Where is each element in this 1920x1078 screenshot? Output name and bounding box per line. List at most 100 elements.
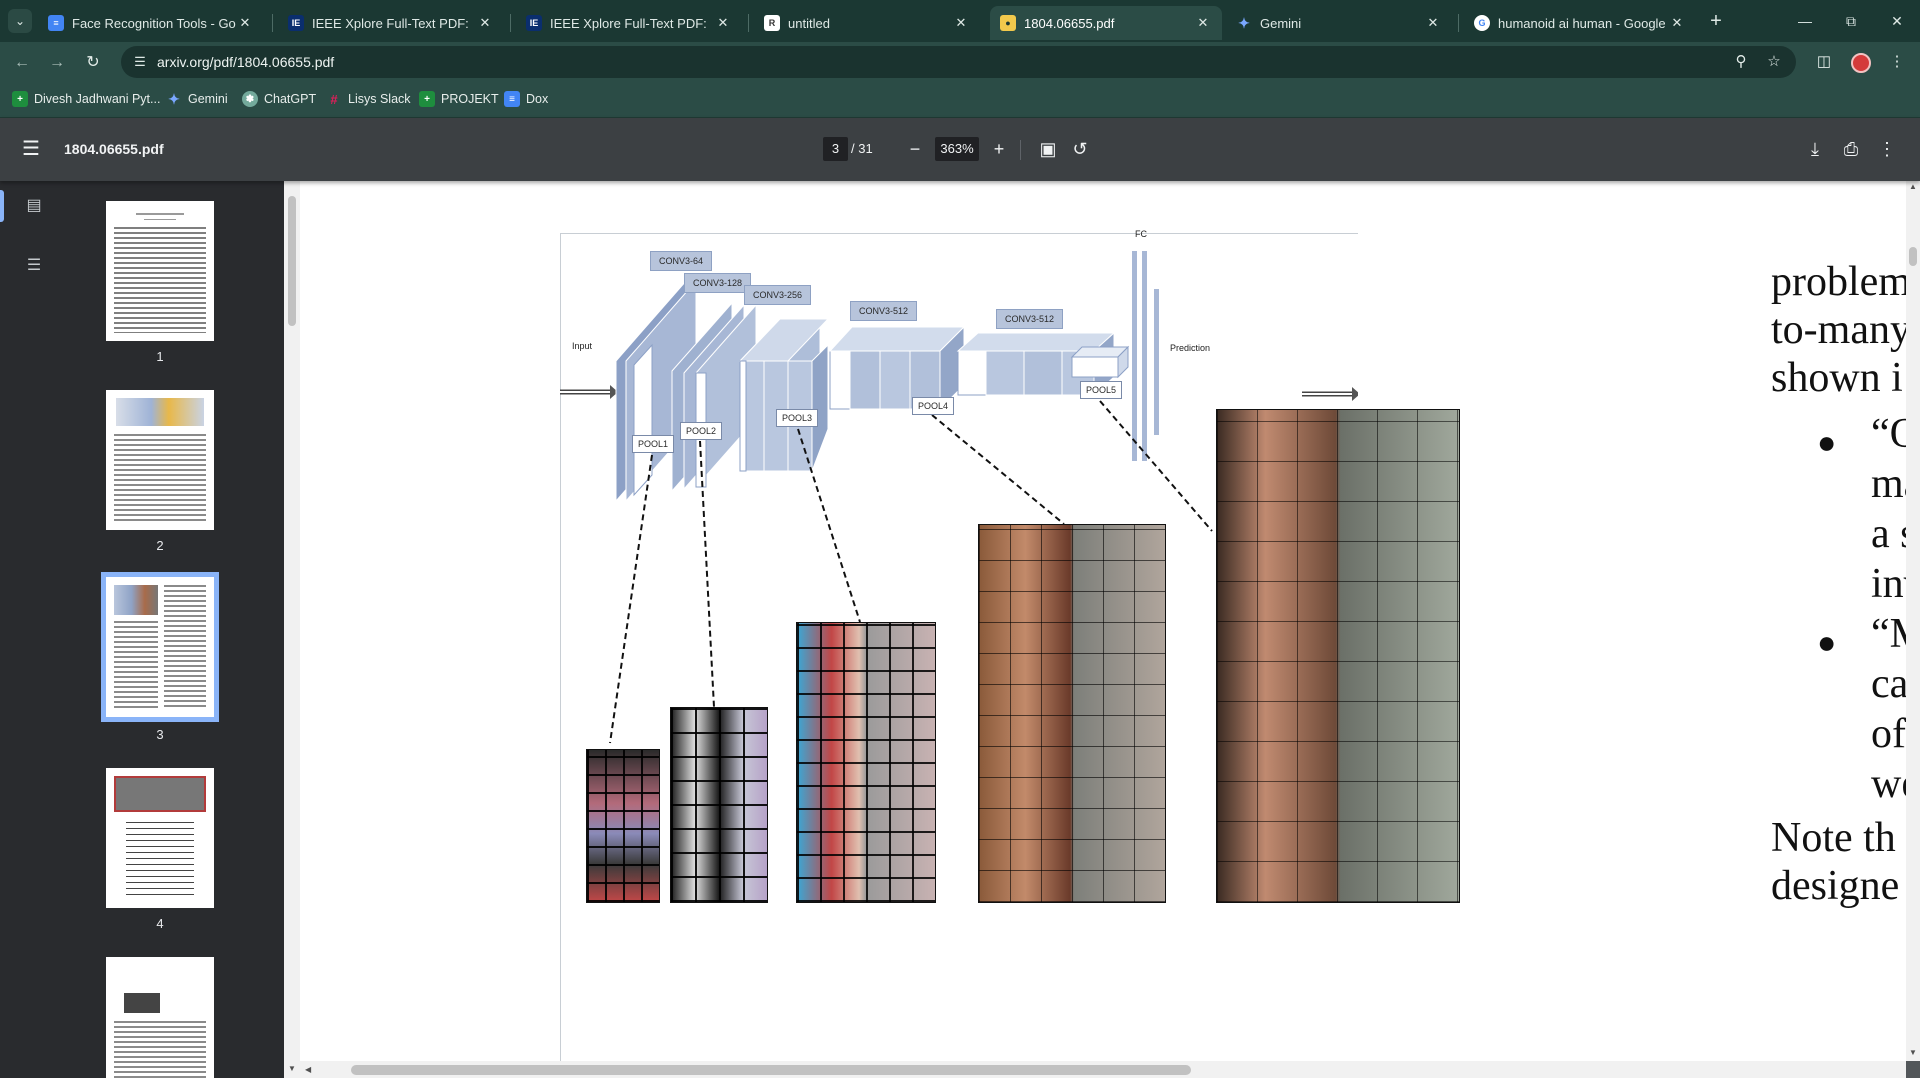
thumb-text-block: [114, 1021, 206, 1078]
bookmark-divesh[interactable]: + Divesh Jadhwani Pyt...: [12, 91, 160, 107]
pdf-icon: ●: [1000, 15, 1016, 31]
toolbar-divider: [1020, 140, 1021, 160]
input-arrow: [560, 385, 618, 399]
page-thumbnail-3[interactable]: [101, 572, 219, 722]
tab-untitled[interactable]: R untitled ✕: [754, 6, 980, 40]
tab-title: humanoid ai human - Google S: [1498, 15, 1668, 31]
chrome-menu-icon[interactable]: ⋮: [1886, 51, 1908, 73]
close-icon[interactable]: ✕: [714, 15, 732, 31]
sidebar-scroll-down-arrow-icon[interactable]: ▼: [288, 1064, 296, 1073]
close-icon[interactable]: ✕: [1424, 15, 1442, 31]
bookmark-gemini[interactable]: ✦ Gemini: [166, 91, 227, 107]
bookmark-star-icon[interactable]: ☆: [1764, 52, 1784, 72]
rail-active-indicator: [0, 190, 4, 222]
sidebar-menu-icon[interactable]: ☰: [20, 138, 42, 160]
scroll-up-arrow-icon[interactable]: ▲: [1909, 182, 1917, 191]
url-text[interactable]: arxiv.org/pdf/1804.06655.pdf: [157, 54, 334, 70]
bookmark-chatgpt[interactable]: ✽ ChatGPT: [242, 91, 316, 107]
tab-strip: ⌄ ≡ Face Recognition Tools - Googl ✕ IE …: [0, 0, 1920, 42]
tab-gemini[interactable]: ✦ Gemini ✕: [1226, 6, 1452, 40]
zoom-magnifier-icon[interactable]: ⚲: [1731, 52, 1751, 72]
tab-divider: [748, 14, 749, 32]
zoom-out-icon[interactable]: −: [903, 137, 927, 161]
restore-icon[interactable]: ⧉: [1828, 6, 1874, 36]
close-icon[interactable]: ✕: [952, 15, 970, 31]
text-line: shown i: [1771, 355, 1903, 401]
tab-pdf-active[interactable]: ● 1804.06655.pdf ✕: [990, 6, 1222, 40]
horizontal-scrollbar-thumb[interactable]: [351, 1065, 1191, 1075]
bookmark-lisys-slack[interactable]: # Lisys Slack: [326, 91, 411, 107]
thumb-text-block: [164, 585, 206, 709]
tab-google-search[interactable]: G humanoid ai human - Google S ✕: [1464, 6, 1696, 40]
thumb-figure: [114, 776, 206, 812]
close-icon[interactable]: ✕: [236, 15, 254, 31]
thumb-text-block: [114, 434, 206, 522]
tab-ieee-xplore-2[interactable]: IE IEEE Xplore Full-Text PDF: ✕: [516, 6, 742, 40]
zoom-level-input[interactable]: 363%: [935, 137, 979, 161]
page-thumbnail-4[interactable]: [106, 768, 214, 908]
tab-title: 1804.06655.pdf: [1024, 15, 1115, 31]
tab-title: untitled: [788, 15, 830, 31]
thumb-text-block: [114, 227, 206, 333]
ieee-icon: IE: [526, 15, 542, 31]
fc-layers: [1132, 251, 1159, 461]
vertical-scrollbar-thumb[interactable]: [1909, 247, 1917, 266]
pool1-feature-mosaic: [586, 749, 660, 903]
tab-search-chevron-icon[interactable]: ⌄: [8, 9, 32, 33]
reload-icon[interactable]: ↻: [80, 50, 106, 76]
tab-title: IEEE Xplore Full-Text PDF:: [550, 15, 707, 31]
thumb-text-block: [114, 621, 158, 709]
conv-label: CONV3-64: [650, 251, 713, 271]
back-arrow-icon[interactable]: ←: [9, 50, 35, 76]
bookmark-dox[interactable]: ≡ Dox: [504, 91, 548, 107]
site-info-icon[interactable]: ☰: [131, 53, 149, 71]
bookmark-label: Lisys Slack: [348, 92, 411, 106]
sheets-icon: +: [12, 91, 28, 107]
sidebar-scrollbar-thumb[interactable]: [288, 196, 296, 326]
rotate-icon[interactable]: ↺: [1068, 137, 1092, 161]
pdf-viewer[interactable]: CONV3-64 CONV3-128 CONV3-256 CONV3-512 C…: [284, 181, 1920, 1078]
close-icon[interactable]: ✕: [1194, 15, 1212, 31]
bookmarks-bar: + Divesh Jadhwani Pyt... ✦ Gemini ✽ Chat…: [0, 82, 1920, 118]
page-thumbnail-2[interactable]: [106, 390, 214, 530]
tab-divider: [1458, 14, 1459, 32]
new-tab-plus-icon[interactable]: +: [1703, 9, 1729, 35]
window-close-icon[interactable]: ✕: [1874, 6, 1920, 36]
conv-label: CONV3-256: [744, 285, 812, 305]
outline-icon[interactable]: ☰: [22, 254, 46, 278]
chatgpt-icon: ✽: [242, 91, 258, 107]
close-icon[interactable]: ✕: [1668, 15, 1686, 31]
download-icon[interactable]: ⤓: [1803, 137, 1827, 161]
tab-title: Gemini: [1260, 15, 1302, 31]
fit-page-icon[interactable]: ▣: [1036, 137, 1060, 161]
tab-ieee-xplore-1[interactable]: IE IEEE Xplore Full-Text PDF: ✕: [278, 6, 504, 40]
r-icon: R: [764, 15, 780, 31]
pool-label: POOL3: [776, 409, 819, 427]
more-options-icon[interactable]: ⋮: [1875, 137, 1899, 161]
address-bar[interactable]: ☰ arxiv.org/pdf/1804.06655.pdf ⚲ ☆: [121, 46, 1796, 78]
thumbnail-page-number: 3: [156, 727, 164, 742]
print-icon[interactable]: ⎙: [1839, 137, 1863, 161]
conv-label: CONV3-512: [850, 301, 918, 321]
zoom-in-icon[interactable]: +: [987, 137, 1011, 161]
close-icon[interactable]: ✕: [476, 15, 494, 31]
side-panel-icon[interactable]: ◫: [1813, 51, 1835, 73]
pool5-box: [1070, 345, 1130, 379]
forward-arrow-icon[interactable]: →: [44, 50, 70, 76]
page-thumbnail-5[interactable]: [106, 957, 214, 1078]
page-number-input[interactable]: 3: [823, 137, 848, 161]
tab-title: IEEE Xplore Full-Text PDF:: [312, 15, 469, 31]
scroll-left-arrow-icon[interactable]: ◀: [305, 1065, 311, 1074]
thumbnail-page-number: 2: [156, 538, 164, 553]
page-thumbnail-1[interactable]: [106, 201, 214, 341]
profile-avatar[interactable]: [1851, 53, 1871, 73]
scroll-down-arrow-icon[interactable]: ▼: [1909, 1048, 1917, 1057]
tab-face-recognition-tools[interactable]: ≡ Face Recognition Tools - Googl ✕: [38, 6, 264, 40]
vertical-scrollbar[interactable]: [1906, 181, 1920, 1061]
thumbnail-page-number: 4: [156, 916, 164, 931]
thumbnails-icon[interactable]: ▤: [22, 194, 46, 218]
pool4-face-mosaic: [978, 524, 1166, 903]
bookmark-projekt[interactable]: + PROJEKT: [419, 91, 499, 107]
minimize-icon[interactable]: —: [1782, 6, 1828, 36]
pool-label: POOL4: [912, 397, 955, 415]
